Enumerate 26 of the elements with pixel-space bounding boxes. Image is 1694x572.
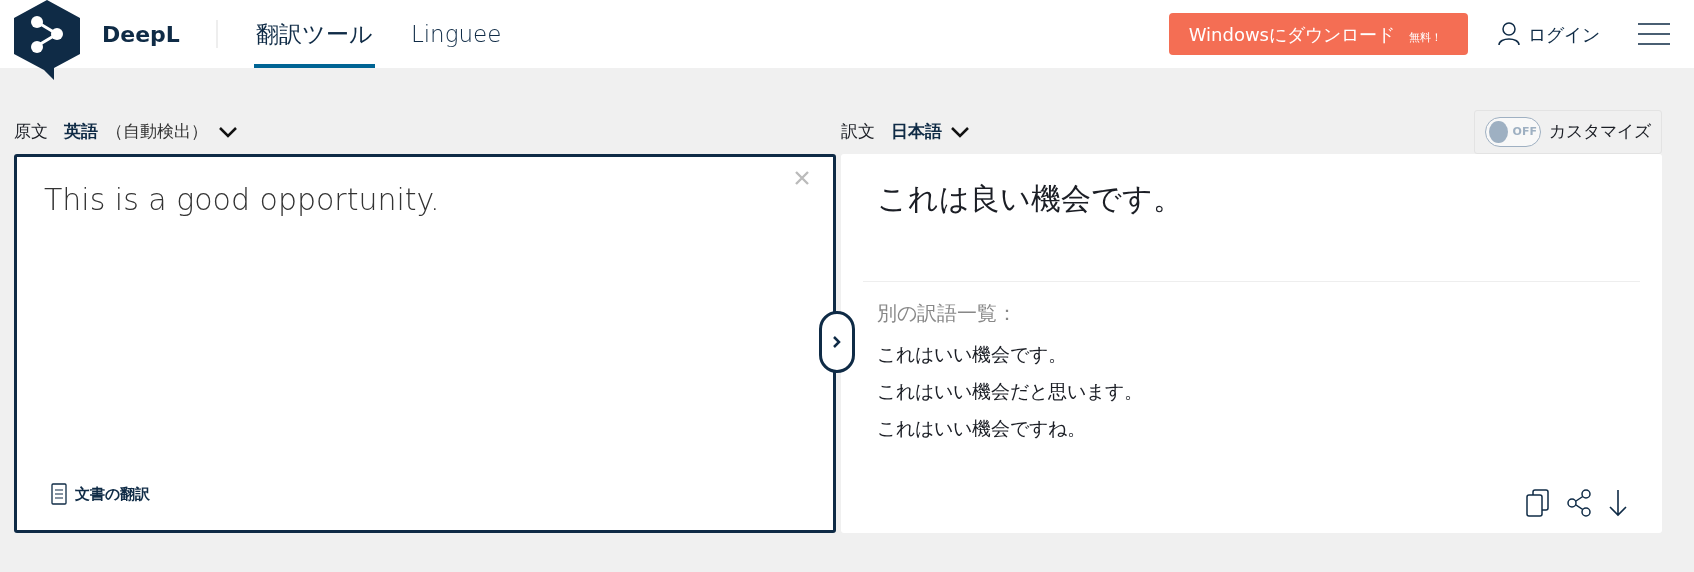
chevron-right-icon: [831, 335, 842, 349]
expand-button[interactable]: [818, 311, 855, 373]
nav-tab[interactable]: 翻訳ツール: [253, 0, 375, 68]
alternative-translation[interactable]: これはいい機会です。: [876, 336, 1662, 373]
target-language-select[interactable]: 日本語: [890, 119, 970, 145]
copy-icon[interactable]: [1526, 489, 1550, 517]
source-label: 原文: [14, 120, 48, 144]
download-icon[interactable]: [1608, 489, 1628, 517]
nav-tab[interactable]: Linguee: [408, 0, 504, 68]
target-label: 訳文: [840, 120, 875, 144]
customize-label: カスタマイズ: [1549, 120, 1651, 144]
alternative-translation[interactable]: これはいい機会ですね。: [876, 410, 1662, 447]
document-translate-link[interactable]: 文書の翻訳: [45, 481, 156, 506]
logo-text[interactable]: DeepL: [102, 17, 180, 51]
chevron-icon: [218, 126, 238, 138]
alternatives-title: 別の訳語一覧：: [876, 300, 1018, 327]
source-language-select[interactable]: 英語 （自動検出）: [64, 119, 238, 145]
logo-icon[interactable]: [14, 0, 80, 80]
chevron-icon: [949, 126, 970, 138]
translation-text: これは良い機会です。: [876, 180, 1184, 218]
login-button[interactable]: ログイン: [1492, 19, 1606, 49]
document-icon: [51, 482, 67, 505]
share-icon[interactable]: [1566, 489, 1592, 517]
user-icon: [1498, 22, 1520, 46]
menu-icon[interactable]: [1638, 23, 1670, 45]
alternative-translation[interactable]: これはいい機会だと思います。: [876, 373, 1662, 410]
